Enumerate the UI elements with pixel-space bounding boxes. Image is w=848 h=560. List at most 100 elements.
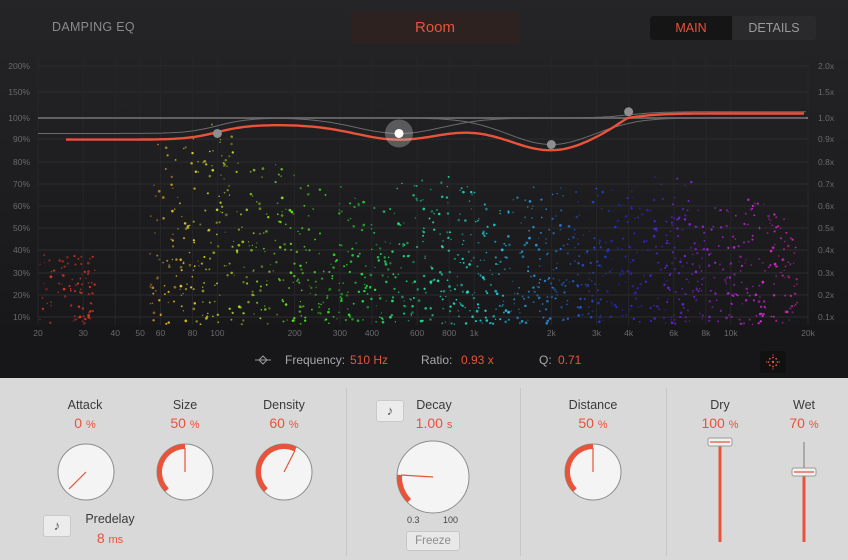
x-tick-label: 1k <box>470 328 480 338</box>
x-tick-label: 10k <box>724 328 738 338</box>
y-tick-left: 40% <box>13 245 30 255</box>
x-tick-label: 20k <box>801 328 815 338</box>
y-tick-right: 0.3x <box>818 268 835 278</box>
y-tick-right: 0.4x <box>818 245 835 255</box>
x-tick-label: 600 <box>410 328 424 338</box>
controls-panel: Attack 0 % Size 50 % Density 60 % ♪ Pred… <box>0 378 848 560</box>
damping-eq-display: 200% 150% 100% 90% 80% 70% 60% 50% 40% 30% 20% 10% 2… <box>0 0 848 378</box>
note-icon: ♪ <box>386 403 394 418</box>
y-tick-left: 70% <box>13 179 30 189</box>
x-tick-label: 300 <box>333 328 347 338</box>
predelay-value[interactable]: 8 ms <box>78 530 142 546</box>
wet-label: Wet <box>793 398 815 412</box>
graph-background <box>0 0 848 378</box>
eq-graph[interactable]: 200%150%100%90%80%70%60%50%40%30%20%10%2… <box>0 0 848 378</box>
x-tick-label: 4k <box>624 328 634 338</box>
eq-band-handle <box>394 128 404 138</box>
particle-display-icon <box>765 354 781 370</box>
eq-band-handle <box>546 140 556 150</box>
view-switcher: MAIN DETAILS <box>650 16 816 40</box>
divider <box>346 388 347 556</box>
density-label: Density <box>263 398 305 412</box>
y-tick-left: 60% <box>13 201 30 211</box>
y-tick-right: 0.7x <box>818 179 835 189</box>
y-tick-right: 0.5x <box>818 223 835 233</box>
x-tick-label: 100 <box>210 328 224 338</box>
y-tick-left: 90% <box>13 134 30 144</box>
x-tick-label: 6k <box>669 328 679 338</box>
y-tick-left: 20% <box>13 290 30 300</box>
header-bar: DAMPING EQ Room MAIN DETAILS <box>0 0 848 50</box>
dry-label: Dry <box>710 398 730 412</box>
x-tick-label: 400 <box>365 328 379 338</box>
frequency-value[interactable]: 510 Hz <box>350 353 388 367</box>
dry-fader[interactable] <box>706 434 734 546</box>
x-tick-label: 50 <box>135 328 145 338</box>
density-knob[interactable] <box>253 441 315 503</box>
y-tick-right: 1.0x <box>818 113 835 123</box>
tab-details[interactable]: DETAILS <box>732 16 816 40</box>
x-tick-label: 80 <box>188 328 198 338</box>
attack-value[interactable]: 0 % <box>55 415 115 431</box>
ratio-value[interactable]: 0.93 x <box>461 353 494 367</box>
y-tick-left: 200% <box>8 61 30 71</box>
eq-band-handle <box>212 128 222 138</box>
x-tick-label: 60 <box>156 328 166 338</box>
eq-band-icon <box>255 355 271 365</box>
wet-fader[interactable] <box>790 434 818 546</box>
y-tick-left: 80% <box>13 157 30 167</box>
x-tick-label: 8k <box>701 328 711 338</box>
frequency-label: Frequency: <box>285 353 346 367</box>
decay-min-label: 0.3 <box>407 515 420 525</box>
y-tick-right: 0.2x <box>818 290 835 300</box>
note-icon: ♪ <box>53 518 61 533</box>
damping-eq-title: DAMPING EQ <box>52 20 135 34</box>
decay-value[interactable]: 1.00 s <box>404 415 464 431</box>
x-tick-label: 800 <box>442 328 456 338</box>
attack-knob[interactable] <box>55 441 117 503</box>
distance-value[interactable]: 50 % <box>558 415 628 431</box>
size-value[interactable]: 50 % <box>155 415 215 431</box>
y-tick-right: 0.8x <box>818 157 835 167</box>
eq-band-handle <box>624 107 634 117</box>
predelay-label: Predelay <box>85 512 135 526</box>
dry-value[interactable]: 100 % <box>690 415 750 431</box>
y-tick-right: 0.9x <box>818 134 835 144</box>
size-knob[interactable] <box>154 441 216 503</box>
x-tick-label: 20 <box>33 328 43 338</box>
y-tick-left: 10% <box>13 312 30 322</box>
y-tick-left: 30% <box>13 268 30 278</box>
y-tick-right: 1.5x <box>818 87 835 97</box>
density-value[interactable]: 60 % <box>254 415 314 431</box>
divider <box>520 388 521 556</box>
x-tick-label: 2k <box>547 328 557 338</box>
tab-main[interactable]: MAIN <box>650 16 732 40</box>
q-label: Q: <box>539 353 552 367</box>
particle-display-button[interactable] <box>760 351 786 373</box>
freeze-button[interactable]: Freeze <box>406 531 460 551</box>
y-tick-left: 150% <box>8 87 30 97</box>
y-tick-right: 0.6x <box>818 201 835 211</box>
divider <box>666 388 667 556</box>
q-value[interactable]: 0.71 <box>558 353 581 367</box>
preset-selector[interactable]: Room <box>351 12 519 44</box>
wet-value[interactable]: 70 % <box>774 415 834 431</box>
y-tick-right: 2.0x <box>818 61 835 71</box>
decay-label: Decay <box>416 398 452 412</box>
decay-sync-button[interactable]: ♪ <box>376 400 404 422</box>
y-tick-left: 50% <box>13 223 30 233</box>
x-tick-label: 3k <box>592 328 602 338</box>
x-tick-label: 40 <box>111 328 121 338</box>
attack-label: Attack <box>67 398 103 412</box>
band-info-bar: Frequency: 510 Hz Ratio: 0.93 x Q: 0.71 <box>0 350 848 374</box>
distance-knob[interactable] <box>562 441 624 503</box>
preset-name: Room <box>414 19 455 36</box>
y-tick-right: 0.1x <box>818 312 835 322</box>
space-designer-window: 200% 150% 100% 90% 80% 70% 60% 50% 40% 30% 20% 10% 2… <box>0 0 848 560</box>
decay-knob[interactable] <box>394 438 472 516</box>
predelay-sync-button[interactable]: ♪ <box>43 515 71 537</box>
y-tick-left: 100% <box>8 113 30 123</box>
distance-label: Distance <box>568 398 618 412</box>
size-label: Size <box>172 398 198 412</box>
x-tick-label: 30 <box>78 328 88 338</box>
